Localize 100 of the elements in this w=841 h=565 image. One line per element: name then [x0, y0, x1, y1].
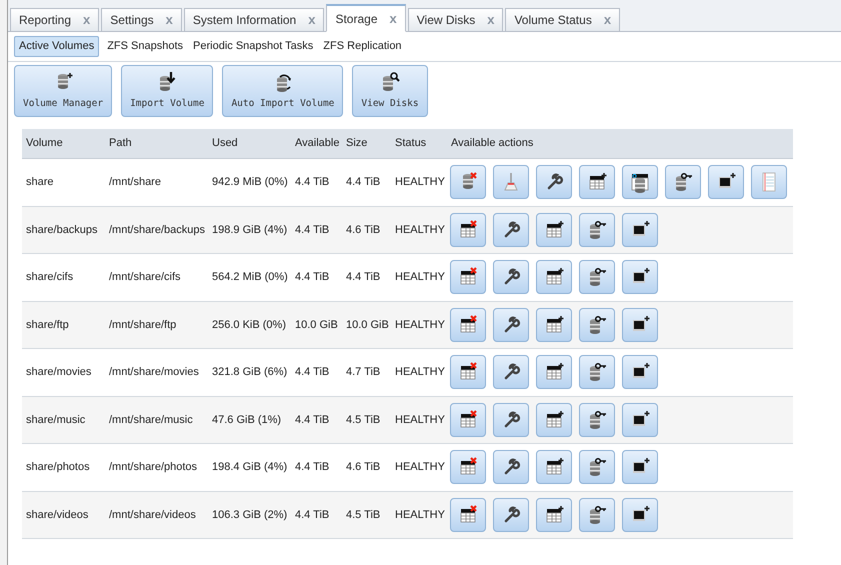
action-button[interactable]	[622, 165, 658, 200]
table-cell-text: 4.7 TiB	[345, 365, 382, 380]
table-cell-text: 4.4 TiB	[294, 508, 330, 522]
action-button[interactable]	[622, 260, 658, 294]
tab-label: Reporting	[19, 12, 72, 29]
table-cell-text: HEALTHY	[394, 365, 446, 380]
table-cell-text: 4.6 TiB	[345, 222, 382, 238]
action-button[interactable]	[708, 165, 744, 200]
table-cell-text: 198.4 GiB (4%)	[211, 460, 288, 475]
action-button[interactable]	[493, 308, 529, 342]
action-button[interactable]	[493, 498, 529, 532]
action-button[interactable]	[665, 165, 701, 200]
action-button[interactable]	[493, 260, 529, 294]
table-cell-text: /mnt/share/music	[108, 412, 194, 428]
tab[interactable]: View Disks x	[408, 8, 504, 31]
table-cell-text: 564.2 MiB (0%)	[211, 270, 289, 285]
toolbar-button[interactable]: Volume Manager	[14, 65, 112, 117]
tab[interactable]: System Information x	[184, 8, 324, 31]
column-header: Available actions	[450, 136, 534, 152]
action-button[interactable]	[579, 308, 615, 342]
action-button[interactable]	[450, 402, 486, 437]
column-header: Available	[294, 136, 340, 152]
tab[interactable]: Settings x	[101, 8, 182, 31]
tab-label: Volume Status	[514, 12, 592, 29]
action-button[interactable]	[579, 260, 615, 294]
table-cell-text: share/music	[25, 412, 86, 428]
table-cell-text: 4.4 TiB	[294, 222, 330, 238]
action-button[interactable]	[450, 355, 486, 390]
action-button[interactable]	[493, 450, 529, 484]
toolbar-button[interactable]: Import Volume	[121, 65, 214, 117]
table-cell-text: 47.6 GiB (1%)	[211, 412, 282, 428]
table-cell-text: 4.5 TiB	[345, 412, 382, 428]
action-button[interactable]	[536, 498, 572, 532]
subtab[interactable]: ZFS Snapshots	[105, 36, 186, 57]
table-cell-text: share/videos	[25, 508, 90, 522]
column-header: Size	[345, 136, 368, 152]
tab-label: Settings	[110, 12, 154, 29]
action-button[interactable]	[536, 260, 572, 294]
column-header: Volume	[25, 136, 64, 152]
action-button[interactable]	[536, 212, 572, 247]
action-button[interactable]	[493, 402, 529, 437]
table-cell-text: HEALTHY	[394, 270, 446, 285]
table-cell-text: 4.6 TiB	[345, 460, 382, 475]
table-cell-text: 106.3 GiB (2%)	[211, 508, 288, 522]
action-button[interactable]	[579, 402, 615, 437]
table-cell-text: 4.4 TiB	[294, 365, 330, 380]
action-button[interactable]	[450, 260, 486, 294]
action-button[interactable]	[622, 212, 658, 247]
table-cell-text: share/ftp	[25, 318, 70, 332]
table-cell-text: share/movies	[25, 365, 92, 380]
action-button[interactable]	[622, 498, 658, 532]
toolbar-button[interactable]: View Disks	[352, 65, 428, 117]
subtab[interactable]: ZFS Replication	[321, 36, 404, 57]
action-button[interactable]	[622, 308, 658, 342]
action-button[interactable]	[493, 212, 529, 247]
table-cell-text: /mnt/share/videos	[108, 508, 197, 522]
action-button[interactable]	[450, 498, 486, 532]
action-button[interactable]	[622, 402, 658, 437]
action-button[interactable]	[493, 355, 529, 390]
action-button[interactable]	[536, 402, 572, 437]
action-button[interactable]	[579, 212, 615, 247]
table-cell-text: 10.0 GiB	[345, 318, 390, 332]
action-button[interactable]	[450, 212, 486, 247]
table-cell-text: 4.4 TiB	[345, 175, 382, 190]
action-button[interactable]	[622, 450, 658, 484]
table-cell-text: HEALTHY	[394, 508, 446, 522]
table-cell-text: share	[25, 175, 55, 190]
table-cell-text: /mnt/share/movies	[108, 365, 200, 380]
action-button[interactable]	[450, 308, 486, 342]
table-cell-text: share/cifs	[25, 270, 74, 285]
table-cell-text: 4.4 TiB	[294, 460, 330, 475]
column-header: Used	[211, 136, 239, 152]
table-cell-text: 4.5 TiB	[345, 508, 382, 522]
subtab[interactable]: Periodic Snapshot Tasks	[191, 36, 316, 57]
toolbar-button[interactable]: Auto Import Volume	[222, 65, 344, 117]
action-button[interactable]	[536, 450, 572, 484]
table-cell-text: 198.9 GiB (4%)	[211, 222, 288, 238]
table-cell-text: HEALTHY	[394, 222, 446, 238]
action-button[interactable]	[450, 450, 486, 484]
table-cell-text: 4.4 TiB	[294, 412, 330, 428]
subtab[interactable]: Active Volumes	[14, 36, 100, 57]
action-button[interactable]	[579, 498, 615, 532]
tab[interactable]: Reporting x	[10, 8, 100, 31]
table-cell-text: 10.0 GiB	[294, 318, 339, 332]
action-button[interactable]	[536, 308, 572, 342]
tab[interactable]: Storage x	[326, 4, 406, 32]
action-button[interactable]	[579, 355, 615, 390]
tab-label: System Information	[192, 12, 296, 29]
action-button[interactable]	[622, 355, 658, 390]
action-button[interactable]	[579, 450, 615, 484]
action-button[interactable]	[536, 165, 572, 200]
tab[interactable]: Volume Status x	[505, 8, 620, 31]
table-cell-text: HEALTHY	[394, 318, 446, 332]
action-button[interactable]	[579, 165, 615, 200]
column-header: Path	[108, 136, 133, 152]
tab-label: Storage	[335, 10, 378, 28]
action-button[interactable]	[536, 355, 572, 390]
table-cell-text: 4.4 TiB	[294, 175, 330, 190]
table-cell-text: 4.4 TiB	[345, 270, 382, 285]
column-header: Status	[394, 136, 428, 152]
